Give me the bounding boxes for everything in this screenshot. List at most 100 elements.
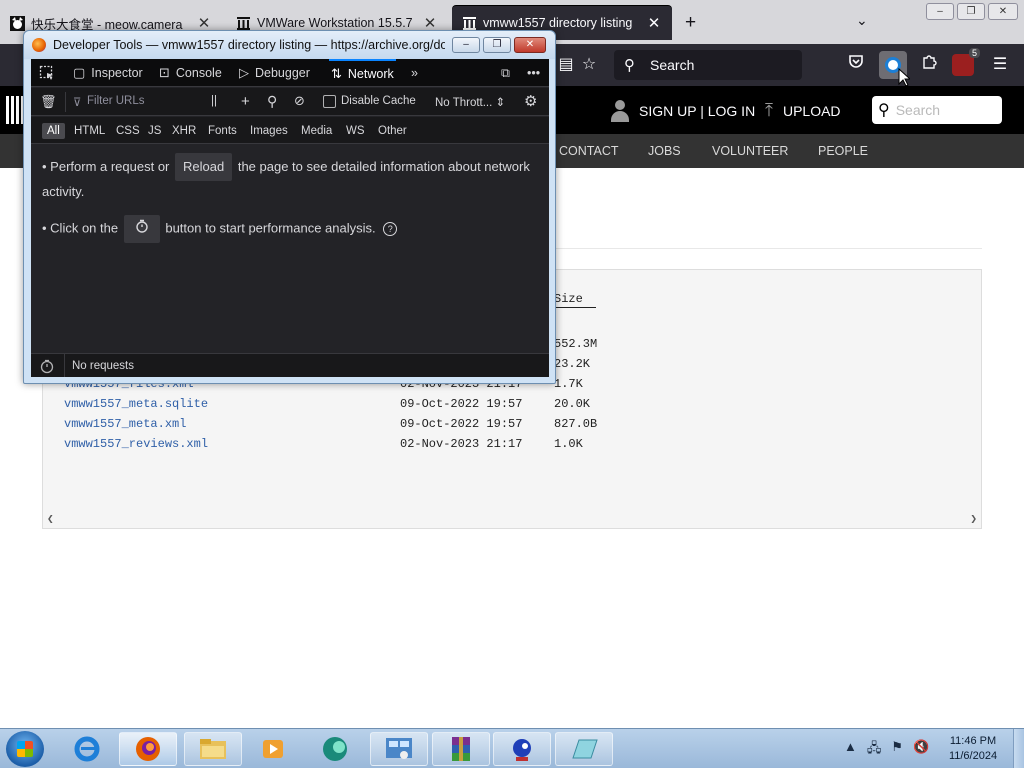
upload-link[interactable]: ⤒ UPLOAD <box>765 100 841 121</box>
reader-view-icon[interactable]: ▤ <box>554 53 578 77</box>
block-requests-icon[interactable]: ⊘ <box>294 93 305 109</box>
search-placeholder: Search <box>650 57 695 73</box>
network-toolbar: 🗑 ⊽ Filter URLs || + ⚲ ⊘ Disable Cache N… <box>31 88 549 116</box>
nav-contact[interactable]: CONTACT <box>559 144 619 158</box>
file-link[interactable]: vmww1557_meta.xml <box>64 417 186 431</box>
throttling-select[interactable]: No Thrott... ⇕ <box>435 95 505 109</box>
archive-favicon-icon <box>462 16 477 31</box>
close-tab-icon[interactable]: ✕ <box>646 14 662 32</box>
new-tab-button[interactable]: + <box>685 12 696 34</box>
file-size: 552.3M <box>554 337 598 351</box>
divider <box>65 92 66 112</box>
size-column-header[interactable]: Size <box>554 292 596 308</box>
disable-cache-label: Disable Cache <box>341 95 416 107</box>
element-picker-icon[interactable] <box>39 59 55 87</box>
file-explorer-icon[interactable] <box>184 732 242 766</box>
firefox-taskbar-icon[interactable] <box>119 732 177 766</box>
list-all-tabs-button[interactable]: ⌄ <box>856 12 868 29</box>
tab-inspector[interactable]: ▢ Inspector <box>73 59 143 87</box>
extensions-puzzle-icon[interactable] <box>917 53 941 77</box>
filter-css[interactable]: CSS <box>111 123 145 139</box>
reload-button[interactable]: Reload <box>175 153 233 181</box>
devtools-restore-button[interactable]: ❐ <box>483 37 511 53</box>
archive-favicon-icon <box>236 16 251 31</box>
overflow-menu-icon[interactable]: ••• <box>527 59 540 87</box>
show-hidden-icons-icon[interactable]: ▲ <box>844 739 857 761</box>
nav-people[interactable]: PEOPLE <box>818 144 868 158</box>
hint-text: • Perform a request or <box>42 159 170 174</box>
devtools-minimize-button[interactable]: – <box>452 37 480 53</box>
file-size: 20.0K <box>554 397 591 411</box>
devtools-close-button[interactable]: ✕ <box>514 37 546 53</box>
browser-restore-button[interactable]: ❐ <box>957 3 985 20</box>
stopwatch-icon[interactable] <box>39 358 55 377</box>
filter-fonts[interactable]: Fonts <box>203 123 242 139</box>
file-link[interactable]: vmww1557_meta.sqlite <box>64 397 208 411</box>
performance-stopwatch-button[interactable] <box>123 215 160 243</box>
search-icon[interactable]: ⚲ <box>267 93 277 110</box>
sign-up-login-link[interactable]: SIGN UP | LOG IN <box>610 100 755 122</box>
filter-ws[interactable]: WS <box>341 123 370 139</box>
clear-trash-icon[interactable]: 🗑 <box>40 94 57 110</box>
filter-urls-input[interactable]: Filter URLs <box>87 95 145 107</box>
hamburger-menu-icon[interactable]: ☰ <box>988 53 1012 77</box>
nav-jobs[interactable]: JOBS <box>648 144 681 158</box>
filter-xhr[interactable]: XHR <box>167 123 201 139</box>
network-icon[interactable]: 🖧 <box>867 739 882 761</box>
start-button[interactable] <box>6 731 44 767</box>
bookmark-star-icon[interactable]: ☆ <box>577 53 601 77</box>
virtual-machine-icon[interactable] <box>555 732 613 766</box>
settings-gear-icon[interactable]: ⚙ <box>524 92 537 110</box>
scroll-left-icon[interactable]: ❮ <box>47 512 54 526</box>
filter-media[interactable]: Media <box>296 123 337 139</box>
hint-text: • Click on the <box>42 220 119 236</box>
dock-options-icon[interactable]: ⧉ <box>501 59 510 87</box>
disable-cache-checkbox[interactable] <box>323 95 336 108</box>
more-tools-chevron-icon[interactable]: » <box>411 59 418 87</box>
tab-network[interactable]: ⇅ Network <box>329 59 396 87</box>
archive-logo-icon[interactable] <box>6 96 24 124</box>
show-desktop-button[interactable] <box>1013 729 1024 768</box>
file-date: 09-Oct-2022 19:57 <box>400 417 523 431</box>
help-question-icon[interactable]: ? <box>383 222 398 236</box>
media-player-icon[interactable] <box>244 732 302 766</box>
tab-console[interactable]: ⊡ Console <box>159 59 222 87</box>
nav-volunteer[interactable]: VOLUNTEER <box>712 144 788 158</box>
volume-muted-icon[interactable]: 🔇 <box>913 739 929 761</box>
filter-all[interactable]: All <box>42 123 65 139</box>
filter-js[interactable]: JS <box>143 123 166 139</box>
sonic-game-icon[interactable] <box>493 732 551 766</box>
file-size: 23.2K <box>554 357 591 371</box>
scroll-right-icon[interactable]: ❯ <box>970 512 977 526</box>
table-row: vmww1557_meta.xml 09-Oct-2022 19:57 827.… <box>64 417 704 433</box>
add-request-icon[interactable]: + <box>241 93 250 110</box>
tab-label: Debugger <box>255 66 310 80</box>
filter-html[interactable]: HTML <box>69 123 110 139</box>
windows-taskbar: ▲ 🖧 ⚑ 🔇 11:46 PM 11/6/2024 <box>0 728 1024 768</box>
action-center-flag-icon[interactable]: ⚑ <box>891 739 903 761</box>
browser-close-button[interactable]: ✕ <box>988 3 1018 20</box>
filter-other[interactable]: Other <box>373 123 412 139</box>
tab-debugger[interactable]: ▷ Debugger <box>239 59 310 87</box>
file-date: 02-Nov-2023 21:17 <box>400 437 523 451</box>
control-panel-icon[interactable] <box>370 732 428 766</box>
request-type-filters: All HTML CSS JS XHR Fonts Images Media W… <box>31 117 549 144</box>
pocket-icon[interactable] <box>844 53 868 77</box>
empty-network-notice: • Perform a request or Reload the page t… <box>42 153 542 243</box>
filter-images[interactable]: Images <box>245 123 293 139</box>
app-taskbar-icon[interactable] <box>306 732 364 766</box>
performance-hint: • Click on the button to start performan… <box>42 215 542 243</box>
system-clock[interactable]: 11:46 PM 11/6/2024 <box>937 734 1009 764</box>
upload-arrow-icon: ⤒ <box>765 100 773 120</box>
file-link[interactable]: vmww1557_reviews.xml <box>64 437 208 451</box>
internet-explorer-icon[interactable] <box>58 732 116 766</box>
browser-minimize-button[interactable]: – <box>926 3 954 20</box>
pause-icon[interactable]: || <box>211 95 217 107</box>
winrar-icon[interactable] <box>432 732 490 766</box>
system-tray: ▲ 🖧 ⚑ 🔇 <box>844 739 929 761</box>
tab-label: Console <box>175 66 222 80</box>
search-bar[interactable]: ⚲ Search <box>614 50 802 80</box>
devtools-title-bar[interactable]: Developer Tools — vmww1557 directory lis… <box>24 31 555 59</box>
ublock-origin-icon[interactable]: 5 <box>952 48 980 76</box>
archive-search-input[interactable]: ⚲ Search <box>872 96 1002 124</box>
